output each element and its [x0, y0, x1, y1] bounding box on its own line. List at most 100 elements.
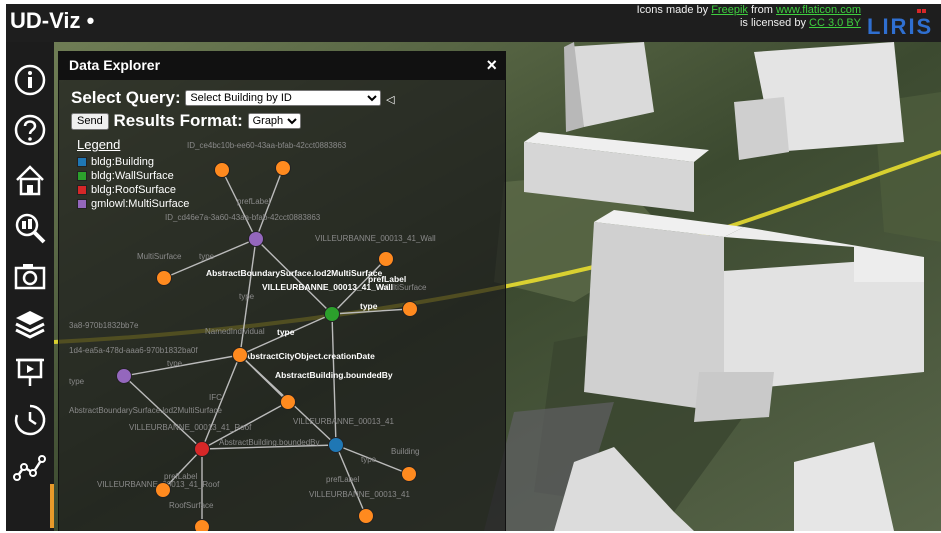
graph-faint-label: AbstractBoundarySurface.lod2MultiSurface: [69, 406, 223, 415]
graph-node[interactable]: [248, 231, 264, 247]
graph-faint-label: VILLEURBANNE_00013_41: [293, 417, 395, 426]
graph-node[interactable]: [232, 347, 248, 363]
legend-swatch: [77, 171, 87, 181]
graph-node[interactable]: [155, 482, 171, 498]
sidebar: [6, 42, 54, 531]
legend-label: gmlowl:MultiSurface: [91, 198, 190, 210]
format-row: Send Results Format: Graph: [71, 111, 301, 131]
presentation-icon: [16, 358, 44, 386]
data-explorer-window: ID_ce4bc10b-ee60-43aa-bfab-42cct0883863p…: [58, 51, 506, 531]
close-button[interactable]: ×: [486, 55, 497, 76]
credits-prefix: Icons made by: [636, 4, 712, 16]
graph-faint-label: VILLEURBANNE_00013_41_Roof: [129, 423, 252, 432]
query-select[interactable]: Select Building by ID: [185, 90, 382, 106]
license-link[interactable]: CC 3.0 BY: [809, 17, 861, 29]
legend: Legend bldg:Building bldg:WallSurface bl…: [77, 137, 189, 211]
query-toggle-icon[interactable]: ◁: [386, 94, 394, 106]
layers-icon: [15, 311, 45, 339]
graph-faint-label: VILLEURBANNE_00013_41: [309, 490, 411, 499]
credits-from: from: [747, 4, 777, 16]
graph-faint-label: prefLabel: [237, 197, 271, 206]
legend-swatch: [77, 199, 87, 209]
time-icon: [14, 404, 46, 436]
graph-icon: [13, 455, 46, 481]
legend-label: bldg:WallSurface: [91, 170, 174, 182]
graph-node[interactable]: [324, 306, 340, 322]
graph-node[interactable]: [401, 466, 417, 482]
legend-item: bldg:RoofSurface: [77, 183, 189, 197]
graph-faint-label: NamedIndividual: [205, 327, 265, 336]
graph-faint-label: IFC: [209, 393, 222, 402]
graph-faint-label: prefLabel: [326, 475, 360, 484]
graph-faint-label: RoofSurface: [169, 501, 214, 510]
help-icon: [14, 114, 46, 146]
graph-label: AbstractBuilding.boundedBy: [275, 370, 393, 380]
graph-faint-label: AbstractBuilding.boundedBy: [219, 438, 320, 447]
legend-swatch: [77, 185, 87, 195]
graph-faint-label: 1d4-ea5a-478d-aaa6-970b1832ba0f: [69, 346, 198, 355]
graph-node[interactable]: [402, 301, 418, 317]
legend-item: bldg:WallSurface: [77, 169, 189, 183]
city-search-icon: [15, 213, 46, 244]
graph-node[interactable]: [194, 519, 210, 532]
app-title: UD-Viz •: [10, 8, 95, 33]
graph-faint-label: 3a8-970b1832bb7e: [69, 321, 139, 330]
graph-node[interactable]: [116, 368, 132, 384]
credits: Icons made by Freepik from www.flaticon.…: [637, 4, 861, 30]
graph-node[interactable]: [280, 394, 296, 410]
graph-node[interactable]: [214, 162, 230, 178]
active-indicator: [50, 484, 54, 528]
legend-item: gmlowl:MultiSurface: [77, 197, 189, 211]
about-icon: [14, 64, 46, 96]
camera-button[interactable]: [10, 256, 50, 296]
format-select[interactable]: Graph: [247, 113, 301, 129]
layers-button[interactable]: [10, 304, 50, 344]
graph-faint-label: type: [69, 377, 85, 386]
legend-title: Legend: [77, 137, 121, 152]
graph-faint-label: ID_cd46e7a-3a60-43aa-bfab-42cct0883863: [165, 213, 321, 222]
camera-icon: [14, 264, 46, 290]
graph-label: type: [360, 301, 378, 311]
city-search-button[interactable]: [10, 208, 50, 248]
about-button[interactable]: [10, 60, 50, 100]
query-row: Select Query: Select Building by ID ◁: [71, 88, 395, 108]
graph-node[interactable]: [328, 437, 344, 453]
graph-node[interactable]: [156, 270, 172, 286]
graph-faint-label: type: [199, 252, 215, 261]
legend-item: bldg:Building: [77, 155, 189, 169]
explorer-title: Data Explorer: [69, 57, 161, 73]
graph-node[interactable]: [358, 508, 374, 524]
graph-faint-label: MultiSurface: [137, 252, 182, 261]
send-button[interactable]: Send: [71, 112, 109, 130]
graph-edge: [201, 354, 241, 450]
graph-faint-label: type: [361, 455, 377, 464]
time-button[interactable]: [10, 400, 50, 440]
graph-label: VILLEURBANNE_00013_41_Wall: [262, 282, 393, 292]
graph-faint-label: type: [167, 359, 183, 368]
app-window: UD-Viz • Icons made by Freepik from www.…: [6, 4, 941, 531]
graph-faint-label: type: [239, 292, 255, 301]
logo-text: LIRIS: [867, 14, 933, 39]
legend-label: bldg:RoofSurface: [91, 184, 176, 196]
freepik-link[interactable]: Freepik: [711, 4, 748, 16]
graph-label: AbstractBoundarySurface.lod2MultiSurface: [206, 268, 382, 278]
format-label: Results Format:: [113, 111, 243, 130]
graph-faint-label: VILLEURBANNE_00013_41_Wall: [315, 234, 436, 243]
liris-logo: LIRIS: [865, 7, 935, 39]
presentation-button[interactable]: [10, 352, 50, 392]
graph-faint-label: ID_ce4bc10b-ee60-43aa-bfab-42cct0883863: [187, 141, 347, 150]
help-button[interactable]: [10, 110, 50, 150]
graph-label: AbstractCityObject.creationDate: [244, 351, 375, 361]
top-bar: UD-Viz • Icons made by Freepik from www.…: [6, 4, 941, 42]
graph-label: type: [277, 327, 295, 337]
graph-button[interactable]: [10, 448, 50, 488]
flaticon-link[interactable]: www.flaticon.com: [776, 4, 861, 16]
graph-node[interactable]: [275, 160, 291, 176]
query-label: Select Query:: [71, 88, 181, 107]
home-button[interactable]: [10, 160, 50, 200]
graph-node[interactable]: [194, 441, 210, 457]
graph-node[interactable]: [378, 251, 394, 267]
license-prefix: is licensed by: [739, 17, 810, 29]
explorer-header: Data Explorer ×: [59, 52, 505, 80]
graph-faint-label: Building: [391, 447, 419, 456]
